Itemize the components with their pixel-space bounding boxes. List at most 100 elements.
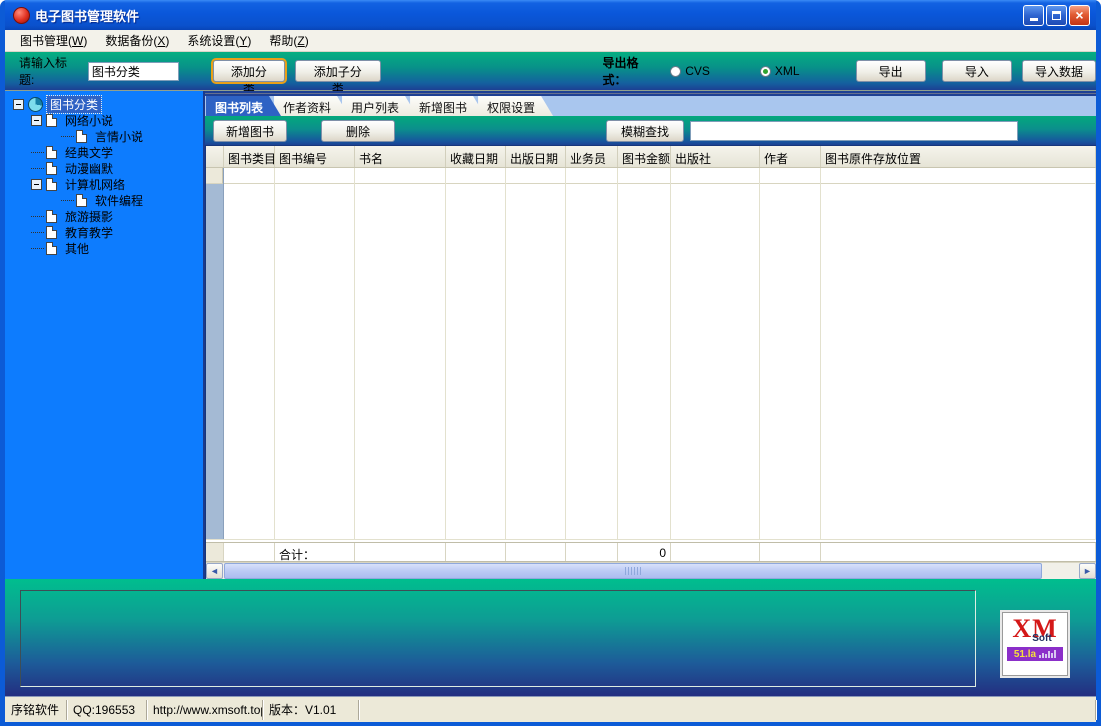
tree-node-root[interactable]: 图书分类 (5, 96, 203, 112)
grid-column (355, 168, 446, 539)
column-header[interactable]: 出版社 (671, 146, 760, 167)
column-header[interactable]: 图书金额 (618, 146, 671, 167)
tab-new-book[interactable]: 新增图书 (410, 96, 485, 116)
tree-connector (31, 232, 44, 233)
tree-node[interactable]: 其他 (5, 240, 203, 256)
list-toolbar: 新增图书 删除 模糊查找 (205, 116, 1096, 146)
tabstrip: 图书列表 作者资料 用户列表 新增图书 权限设置 (205, 96, 1096, 116)
grid-body[interactable] (206, 168, 1096, 539)
grid-column (760, 168, 821, 539)
scrollbar-track[interactable] (1043, 563, 1079, 579)
category-tree: 图书分类 网络小说 言情小说 经典文学 动漫幽默 (5, 91, 205, 579)
tab-permissions[interactable]: 权限设置 (478, 96, 553, 116)
menu-data-backup[interactable]: 数据备份(X) (96, 30, 178, 51)
maximize-icon (1052, 11, 1061, 20)
tree-connector (31, 216, 44, 217)
export-format-label: 导出格式： (603, 54, 661, 88)
bottom-panel: XM Soft 51.la (5, 579, 1096, 696)
scrollbar-thumb[interactable] (224, 563, 1042, 579)
grid-column (506, 168, 566, 539)
tree-node[interactable]: 计算机网络 (5, 176, 203, 192)
column-header[interactable]: 收藏日期 (446, 146, 506, 167)
page-icon (46, 162, 57, 175)
close-button[interactable]: × (1069, 5, 1090, 26)
format-radio-xml[interactable]: XML (750, 64, 800, 78)
main-toolbar: 请输入标题: 添加分类 添加子分类 导出格式： CVS XML 导出 导入 导入… (5, 52, 1096, 91)
collapse-icon[interactable] (31, 179, 42, 190)
menubar: 图书管理(W) 数据备份(X) 系统设置(Y) 帮助(Z) (5, 30, 1096, 52)
tree-node[interactable]: 动漫幽默 (5, 160, 203, 176)
title-input[interactable] (88, 62, 179, 81)
add-category-button[interactable]: 添加分类 (213, 60, 285, 82)
grid-column (224, 168, 275, 539)
summary-total: 0 (618, 543, 671, 561)
import-button[interactable]: 导入 (942, 60, 1012, 82)
tree-node[interactable]: 教育教学 (5, 224, 203, 240)
import-data-button[interactable]: 导入数据 (1022, 60, 1096, 82)
page-icon (46, 242, 57, 255)
grid-column (821, 168, 1096, 539)
title-input-label: 请输入标题: (19, 54, 80, 88)
menu-help[interactable]: 帮助(Z) (260, 30, 317, 51)
scrollbar-grip-icon (625, 567, 641, 575)
statusbar: 序铭软件 QQ:196553 http://www.xmsoft.top 版本：… (5, 696, 1096, 722)
maximize-button[interactable] (1046, 5, 1067, 26)
tab-book-list[interactable]: 图书列表 (206, 96, 281, 116)
column-header[interactable]: 图书编号 (275, 146, 355, 167)
book-grid: 图书类目 图书编号 书名 收藏日期 出版日期 业务员 图书金额 出版社 作者 图… (205, 146, 1096, 579)
tree-connector (31, 152, 44, 153)
fuzzy-search-button[interactable]: 模糊查找 (606, 120, 684, 142)
xmsoft-logo[interactable]: XM Soft 51.la (1002, 612, 1068, 676)
window-controls: × (1023, 5, 1090, 26)
grid-column (275, 168, 355, 539)
category-root-icon (28, 97, 43, 112)
page-icon (76, 194, 87, 207)
menu-book-management[interactable]: 图书管理(W) (11, 30, 96, 51)
tab-user-list[interactable]: 用户列表 (342, 96, 417, 116)
page-icon (46, 114, 57, 127)
new-book-button[interactable]: 新增图书 (213, 120, 287, 142)
grid-summary-row: 合计： 0 (206, 542, 1096, 562)
column-header[interactable]: 图书原件存放位置 (821, 146, 1096, 167)
delete-button[interactable]: 删除 (321, 120, 395, 142)
grid-column (618, 168, 671, 539)
radio-xml-icon (760, 66, 771, 77)
grid-column (446, 168, 506, 539)
horizontal-scrollbar[interactable]: ◄ ► (206, 562, 1096, 579)
page-icon (46, 146, 57, 159)
minimize-button[interactable] (1023, 5, 1044, 26)
tree-node[interactable]: 网络小说 (5, 112, 203, 128)
status-company: 序铭软件 (5, 700, 67, 720)
grid-header-row: 图书类目 图书编号 书名 收藏日期 出版日期 业务员 图书金额 出版社 作者 图… (206, 146, 1096, 168)
tree-connector (61, 136, 74, 137)
bottom-panel-frame (20, 590, 976, 687)
tree-node[interactable]: 经典文学 (5, 144, 203, 160)
tree-node[interactable]: 软件编程 (5, 192, 203, 208)
search-input[interactable] (690, 121, 1018, 141)
status-version: 版本：V1.01 (263, 700, 359, 720)
minimize-icon (1030, 18, 1038, 21)
column-header[interactable]: 出版日期 (506, 146, 566, 167)
scroll-right-arrow[interactable]: ► (1079, 563, 1096, 579)
column-header[interactable]: 业务员 (566, 146, 618, 167)
app-window: 电子图书管理软件 × 图书管理(W) 数据备份(X) 系统设置(Y) 帮助(Z)… (0, 0, 1101, 726)
export-button[interactable]: 导出 (856, 60, 926, 82)
collapse-icon[interactable] (13, 99, 24, 110)
add-subcategory-button[interactable]: 添加子分类 (295, 60, 381, 82)
tab-author-info[interactable]: 作者资料 (274, 96, 349, 116)
tab-area: 图书列表 作者资料 用户列表 新增图书 权限设置 新增图书 删除 模糊查找 图书… (205, 91, 1096, 579)
column-header[interactable]: 作者 (760, 146, 821, 167)
scroll-left-arrow[interactable]: ◄ (206, 563, 223, 579)
summary-label: 合计： (275, 543, 355, 561)
grid-column (566, 168, 618, 539)
tree-node[interactable]: 旅游摄影 (5, 208, 203, 224)
tree-node[interactable]: 言情小说 (5, 128, 203, 144)
summary-selector-cell (206, 543, 224, 561)
collapse-icon[interactable] (31, 115, 42, 126)
tree-connector (31, 168, 44, 169)
column-header[interactable]: 图书类目 (224, 146, 275, 167)
menu-system-settings[interactable]: 系统设置(Y) (178, 30, 260, 51)
page-icon (46, 210, 57, 223)
format-radio-cvs[interactable]: CVS (660, 64, 710, 78)
column-header[interactable]: 书名 (355, 146, 446, 167)
